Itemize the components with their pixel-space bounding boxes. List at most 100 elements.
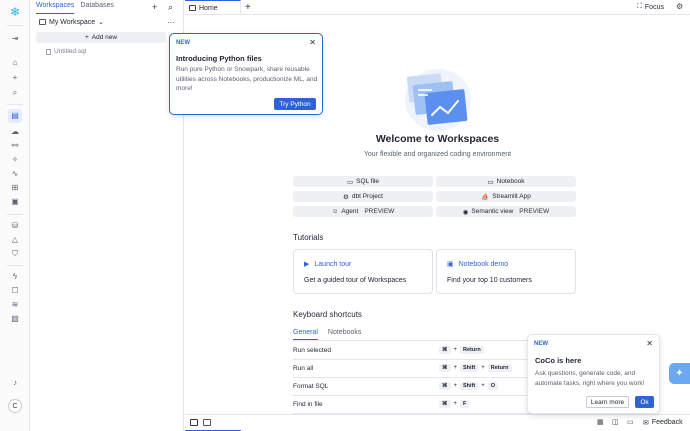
gear-icon[interactable]: ⚙ (676, 2, 683, 11)
card-title: Launch tour (314, 260, 352, 268)
new-badge: NEW (176, 40, 190, 46)
option-label: Streamlit App (492, 193, 531, 200)
grid-icon[interactable]: ▦ (597, 418, 604, 426)
popover-description: Run pure Python or Snowpark, share reusa… (176, 66, 318, 92)
chat-icon[interactable]: ☐ (9, 285, 21, 297)
create-agent-button[interactable]: ☺ Agent PREVIEW (293, 206, 433, 217)
tab-notebooks[interactable]: Notebooks (328, 329, 361, 340)
database-icon[interactable]: ⛁ (9, 220, 21, 232)
create-dbt-project-button[interactable]: ⚙ dbt Project (293, 191, 433, 202)
card-description: Find your top 10 customers (447, 277, 532, 284)
rail-divider (7, 104, 23, 105)
tab-general[interactable]: General (293, 329, 318, 340)
preview-badge: PREVIEW (519, 208, 550, 215)
home-icon[interactable]: ⌂ (9, 57, 21, 69)
close-icon[interactable]: ✕ (646, 339, 653, 348)
notebook-demo-card[interactable]: ▣ Notebook demo Find your top 10 customer… (436, 249, 576, 294)
option-label: Agent (341, 208, 359, 215)
data-icon[interactable]: ☁ (9, 126, 21, 138)
stack-icon[interactable]: ≋ (9, 299, 21, 311)
feedback-icon: ✉ (643, 420, 649, 427)
key-plus: + (481, 383, 485, 389)
tab-home[interactable]: Home (185, 0, 241, 15)
key-cap: Shift (460, 382, 479, 390)
popover-description: Ask questions, generate code, and automa… (535, 370, 645, 387)
plus-icon: + (84, 34, 89, 41)
plus-icon[interactable]: + (152, 2, 157, 12)
create-notebook-button[interactable]: ▭ Notebook (436, 176, 576, 187)
create-streamlit-app-button[interactable]: ⛵ Streamlit App (436, 191, 576, 202)
monitoring-icon[interactable]: ∿ (9, 168, 21, 180)
shortcut-label: Find in file (293, 401, 323, 408)
bolt-icon[interactable]: ϟ (9, 271, 21, 283)
transform-icon[interactable]: ⚯ (9, 140, 21, 152)
key-plus: + (453, 365, 458, 371)
panel-toggle-icon[interactable] (203, 419, 211, 426)
tab-workspaces[interactable]: Workspaces (36, 2, 75, 14)
ai-ml-icon[interactable]: ✧ (9, 154, 21, 166)
agent-icon: ☺ (331, 208, 339, 215)
file-item[interactable]: Untitled.sql (46, 48, 86, 55)
key-plus: + (453, 383, 458, 389)
snowflake-logo-icon[interactable]: ❄ (9, 6, 21, 18)
new-tab-icon[interactable]: + (245, 2, 251, 13)
option-label: SQL file (356, 178, 380, 185)
card-title: Notebook demo (458, 260, 509, 268)
document-icon[interactable]: ▧ (9, 313, 21, 325)
sql-file-icon (46, 48, 51, 55)
shield-icon[interactable]: ⛉ (9, 248, 21, 260)
dbt-icon: ⚙ (343, 193, 349, 201)
focus-button[interactable]: ⛶ Focus (637, 3, 664, 11)
coco-popover: NEW ✕ CoCo is here Ask questions, genera… (527, 334, 660, 414)
marketplace-icon[interactable]: ⊞ (9, 182, 21, 194)
create-icon[interactable]: + (9, 72, 21, 84)
create-semantic-view-button[interactable]: ◉ Semantic view PREVIEW (436, 206, 576, 217)
sidebar-toggle-icon[interactable] (190, 419, 198, 426)
tab-databases[interactable]: Databases (80, 2, 113, 14)
file-icon: ▭ (346, 178, 354, 186)
card-description: Get a guided tour of Workspaces (304, 277, 407, 284)
ok-button[interactable]: Ok (635, 396, 654, 408)
streamlit-icon: ⛵ (481, 193, 490, 201)
workspaces-icon[interactable]: ▤ (8, 109, 22, 123)
focus-label: Focus (644, 3, 664, 11)
page-subtitle: Your flexible and organized coding envir… (363, 151, 512, 158)
workspaces-illustration (405, 69, 471, 131)
sidebar-tabs: Workspaces Databases (36, 2, 114, 14)
close-icon[interactable]: ✕ (309, 38, 316, 47)
editor-tab-bar: Home + ⛶ Focus ⚙ (185, 0, 690, 15)
home-tab-label: Home (199, 4, 218, 12)
workspace-name: My Workspace (49, 18, 96, 26)
search-icon[interactable]: ⌕ (9, 87, 21, 99)
governance-icon[interactable]: △ (9, 234, 21, 246)
page-title: Welcome to Workspaces (375, 133, 500, 145)
option-label: Notebook (496, 178, 525, 185)
focus-icon: ⛶ (637, 3, 642, 10)
launch-tour-card[interactable]: ▶ Launch tour Get a guided tour of Worksp… (293, 249, 433, 294)
key-cap: F (460, 400, 470, 408)
home-tab-icon (189, 5, 196, 11)
ai-assistant-sparkle-icon[interactable]: ✦ (669, 363, 690, 384)
expand-panel-icon[interactable]: ⇥ (9, 33, 21, 45)
key-cap: ⌘ (439, 382, 451, 390)
bell-icon[interactable]: ♪ (9, 377, 21, 389)
shortcut-tabs: General Notebooks (293, 329, 361, 340)
key-cap: ⌘ (439, 400, 451, 408)
create-sql-file-button[interactable]: ▭ SQL file (293, 176, 433, 187)
layout-icon[interactable]: ▭ (627, 418, 634, 426)
learn-more-button[interactable]: Learn more (586, 396, 629, 408)
python-files-popover: NEW ✕ Introducing Python files Run pure … (169, 33, 323, 115)
feedback-button[interactable]: ✉ Feedback (643, 419, 683, 427)
apps-icon[interactable]: ▣ (9, 196, 21, 208)
avatar[interactable]: C (8, 399, 22, 413)
workspace-selector[interactable]: My Workspace ⌄ (39, 18, 104, 26)
try-python-button[interactable]: Try Python (274, 98, 316, 110)
add-new-button[interactable]: + Add new (36, 32, 166, 43)
search-icon[interactable]: ⌕ (168, 2, 173, 13)
new-badge: NEW (534, 341, 548, 347)
eye-icon: ◉ (462, 208, 469, 216)
workspace-icon (39, 19, 46, 25)
more-options-icon[interactable]: ⋯ (167, 18, 175, 27)
key-plus: + (453, 347, 458, 353)
split-icon[interactable]: ◫ (612, 418, 619, 426)
